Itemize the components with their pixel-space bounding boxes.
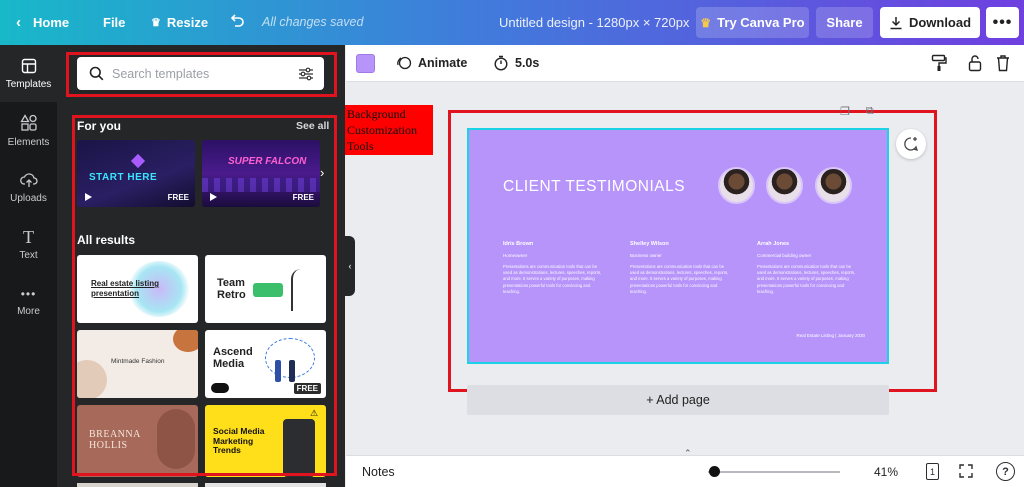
testimonial-body: Presentations are communication tools th… [503,264,602,294]
upload-icon [19,172,38,187]
page-count: 1 [929,466,935,477]
top-bar: ‹ Home File ♛ Resize All changes saved U… [0,0,1024,45]
text-icon: T [23,226,34,247]
animate-button[interactable]: Animate [396,55,467,71]
design-page[interactable]: CLIENT TESTIMONIALS Idris Brown Homeowne… [467,128,889,364]
rail-item-templates[interactable]: Templates [0,45,57,102]
file-label: File [103,15,126,30]
more-options-button[interactable]: ••• [986,7,1019,38]
rail-label: Text [19,249,38,261]
crown-icon: ♛ [700,15,712,30]
testimonial-column[interactable]: Shelley Wilson Business owner Presentati… [630,241,730,295]
try-pro-label: Try Canva Pro [717,15,805,30]
page-footer[interactable]: Real Estate Listing | January 2030 [797,333,865,338]
editor-toolbar: Animate 5.0s [346,45,1024,82]
rail-item-text[interactable]: T Text [0,216,57,273]
help-icon[interactable]: ? [996,462,1015,481]
avatar[interactable] [766,167,803,204]
bottom-bar: Notes 41% 1 ? [346,455,1024,487]
add-comment-button[interactable] [896,129,926,159]
duplicate-page-icon[interactable]: ❐ [840,105,850,118]
unlock-icon[interactable] [968,54,982,72]
next-row-thumbnail [205,483,326,487]
testimonial-body: Presentations are communication tools th… [757,264,856,294]
chevron-left-icon: ‹ [16,14,21,31]
share-button[interactable]: Share [816,7,873,38]
undo-button[interactable] [229,12,245,28]
download-button[interactable]: Download [880,7,980,38]
templates-icon [21,58,36,73]
highlight-search [66,52,337,97]
testimonial-name: Shelley Wilson [630,241,669,247]
rail-label: Uploads [10,192,47,204]
collapse-panel-button[interactable]: ‹ [345,236,355,296]
timing-button[interactable]: 5.0s [493,55,539,71]
elements-icon [19,113,37,131]
duration-label: 5.0s [515,56,540,70]
paint-roller-icon[interactable] [931,54,947,72]
stopwatch-icon [494,55,508,71]
download-label: Download [908,15,972,30]
highlight-templates [72,115,337,476]
undo-icon [230,14,244,27]
animate-icon [397,56,412,70]
download-icon [890,16,902,29]
zoom-slider[interactable] [708,471,840,473]
share-label: Share [826,15,863,30]
try-canva-pro-button[interactable]: ♛ Try Canva Pro [696,7,809,38]
resize-label: Resize [166,15,209,30]
fullscreen-icon[interactable] [959,464,973,478]
crown-icon: ♛ [151,17,161,29]
zoom-level[interactable]: 41% [874,465,898,479]
rail-item-more[interactable]: ••• More [0,273,57,330]
rail-label: Elements [7,136,50,148]
rail-label: Templates [5,78,52,90]
page-title[interactable]: CLIENT TESTIMONIALS [503,178,685,196]
next-row-thumbnail [77,483,198,487]
testimonial-body: Presentations are communication tools th… [630,264,729,294]
testimonial-name: Idris Brown [503,241,534,247]
page-count-button[interactable]: 1 [926,463,939,480]
rail-item-uploads[interactable]: Uploads [0,159,57,216]
more-icon: ••• [20,286,37,301]
rail-item-elements[interactable]: Elements [0,102,57,159]
notes-button[interactable]: Notes [362,465,395,479]
zoom-slider-handle[interactable] [709,466,720,477]
annotation-label: Background Customization Tools [345,105,433,155]
add-page-button[interactable]: + Add page [467,385,889,415]
file-menu-button[interactable]: File [103,15,125,30]
ellipsis-icon: ••• [992,13,1013,31]
home-label: Home [33,15,70,30]
testimonial-role: Business owner [630,253,662,258]
testimonial-role: Homeowner [503,253,528,258]
animate-label: Animate [418,56,468,70]
trash-icon[interactable] [996,54,1010,72]
testimonial-column[interactable]: Idris Brown Homeowner Presentations are … [503,241,603,295]
rail-label: More [17,305,40,317]
avatar[interactable] [815,167,852,204]
avatar[interactable] [718,167,755,204]
chevron-left-icon: ‹ [348,261,352,271]
background-color-swatch[interactable] [356,54,375,73]
testimonial-column[interactable]: Arrah Jones Commercial building owner Pr… [757,241,857,295]
design-title[interactable]: Untitled design - 1280px × 720px [499,15,689,30]
resize-button[interactable]: ♛ Resize [151,15,208,30]
comment-add-icon [904,137,919,151]
save-status: All changes saved [262,15,364,29]
page-actions: ❐ ⧉ [840,105,874,118]
add-page-icon[interactable]: ⧉ [866,105,874,118]
side-rail: Templates Elements Uploads T Text ••• Mo… [0,45,57,487]
testimonial-name: Arrah Jones [757,241,790,247]
home-button[interactable]: ‹ Home [16,14,69,31]
testimonial-role: Commercial building owner [757,253,812,258]
